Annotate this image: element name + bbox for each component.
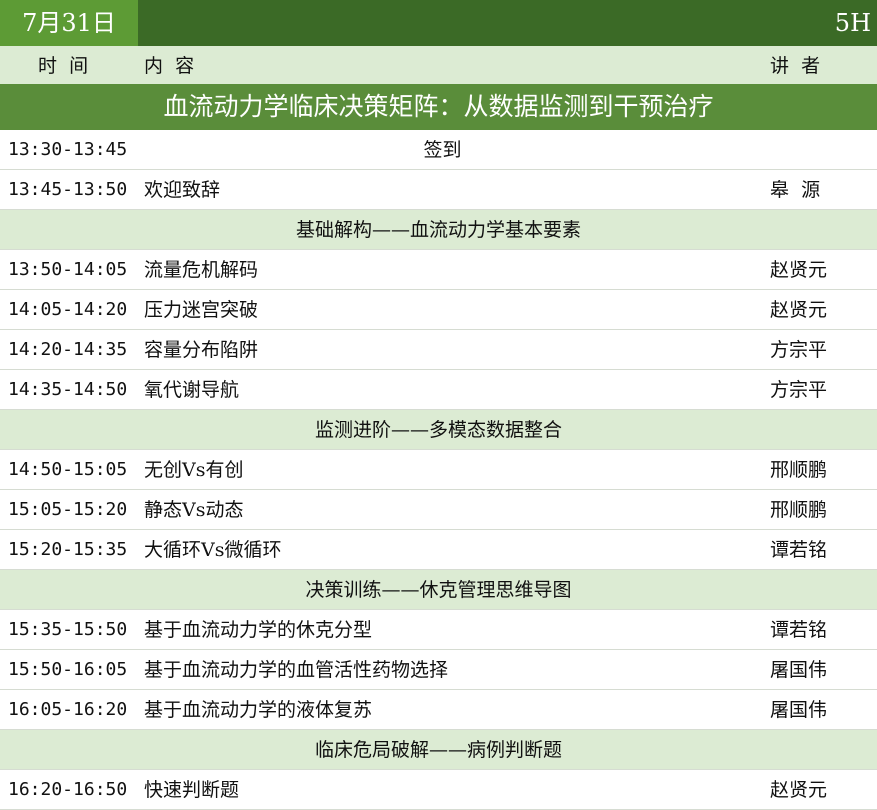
row-topic: 基于血流动力学的液体复苏 xyxy=(144,699,373,721)
schedule-table: 13:30-13:45 签到 13:45-13:50 欢迎致辞 皋 源基础解构——血流动… xyxy=(0,130,877,810)
table-row: 13:50-14:05 流量危机解码 赵贤元 xyxy=(0,250,877,290)
section-header-row: 基础解构——血流动力学基本要素 xyxy=(0,210,877,250)
row-speaker: 屠国伟 xyxy=(770,699,828,721)
row-speaker: 邢顺鹏 xyxy=(770,459,828,481)
section-title: 基础解构——血流动力学基本要素 xyxy=(295,219,581,241)
section-title: 临床危局破解——病例判断题 xyxy=(314,739,562,761)
date-header-bar: 7月31日 5H xyxy=(0,0,877,46)
section-header-row: 临床危局破解——病例判断题 xyxy=(0,730,877,770)
section-header-row: 监测进阶——多模态数据整合 xyxy=(0,410,877,450)
section-title: 监测进阶——多模态数据整合 xyxy=(314,419,562,441)
row-time: 13:50-14:05 xyxy=(8,259,128,280)
table-row: 16:20-16:50 快速判断题 赵贤元 xyxy=(0,770,877,810)
column-header-speaker: 讲 者 xyxy=(770,55,821,77)
column-header-content: 内 容 xyxy=(144,55,195,77)
session-title: 血流动力学临床决策矩阵：从数据监测到干预治疗 xyxy=(0,84,877,130)
date-label: 7月31日 xyxy=(0,0,138,46)
table-row: 14:35-14:50 氧代谢导航 方宗平 xyxy=(0,370,877,410)
table-row: 13:30-13:45 签到 xyxy=(0,130,877,170)
row-time: 14:05-14:20 xyxy=(8,299,128,320)
row-topic: 欢迎致辞 xyxy=(144,179,221,201)
table-row: 15:05-15:20 静态Vs动态 邢顺鹏 xyxy=(0,490,877,530)
table-row: 15:20-15:35 大循环Vs微循环 谭若铭 xyxy=(0,530,877,570)
table-row: 14:20-14:35 容量分布陷阱 方宗平 xyxy=(0,330,877,370)
row-time: 16:05-16:20 xyxy=(8,699,128,720)
row-speaker: 赵贤元 xyxy=(770,779,828,801)
row-speaker: 谭若铭 xyxy=(770,539,828,561)
hours-label: 5H xyxy=(834,9,871,37)
row-time: 15:35-15:50 xyxy=(8,619,128,640)
row-time: 14:50-15:05 xyxy=(8,459,128,480)
row-topic: 压力迷宫突破 xyxy=(144,299,259,321)
table-row: 16:05-16:20 基于血流动力学的液体复苏 屠国伟 xyxy=(0,690,877,730)
row-time: 14:35-14:50 xyxy=(8,379,128,400)
column-header-row: 时 间 内 容 讲 者 xyxy=(0,46,877,84)
row-time: 13:45-13:50 xyxy=(8,179,128,200)
column-header-time: 时 间 xyxy=(38,55,89,77)
row-speaker: 屠国伟 xyxy=(770,659,828,681)
table-row: 15:50-16:05 基于血流动力学的血管活性药物选择 屠国伟 xyxy=(0,650,877,690)
row-topic: 基于血流动力学的休克分型 xyxy=(144,619,373,641)
section-header-row: 决策训练——休克管理思维导图 xyxy=(0,570,877,610)
table-row: 14:05-14:20 压力迷宫突破 赵贤元 xyxy=(0,290,877,330)
row-speaker: 方宗平 xyxy=(770,339,828,361)
row-time: 15:50-16:05 xyxy=(8,659,128,680)
table-row: 15:35-15:50 基于血流动力学的休克分型 谭若铭 xyxy=(0,610,877,650)
row-time: 15:05-15:20 xyxy=(8,499,128,520)
row-speaker: 赵贤元 xyxy=(770,259,828,281)
row-topic: 容量分布陷阱 xyxy=(144,339,259,361)
row-topic: 氧代谢导航 xyxy=(144,379,240,401)
row-speaker: 皋 源 xyxy=(770,179,821,201)
row-topic: 签到 xyxy=(423,139,462,161)
row-topic: 流量危机解码 xyxy=(144,259,259,281)
row-speaker: 谭若铭 xyxy=(770,619,828,641)
row-time: 16:20-16:50 xyxy=(8,779,128,800)
row-topic: 无创Vs有创 xyxy=(144,459,244,481)
row-topic: 大循环Vs微循环 xyxy=(144,539,282,561)
row-time: 13:30-13:45 xyxy=(8,139,128,160)
row-topic: 快速判断题 xyxy=(144,779,240,801)
row-topic: 基于血流动力学的血管活性药物选择 xyxy=(144,659,449,681)
row-speaker: 方宗平 xyxy=(770,379,828,401)
row-time: 14:20-14:35 xyxy=(8,339,128,360)
table-row: 13:45-13:50 欢迎致辞 皋 源 xyxy=(0,170,877,210)
table-row: 14:50-15:05 无创Vs有创 邢顺鹏 xyxy=(0,450,877,490)
schedule-sheet: 7月31日 5H 时 间 内 容 讲 者 血流动力学临床决策矩阵：从数据监测到干… xyxy=(0,0,877,810)
row-speaker: 赵贤元 xyxy=(770,299,828,321)
row-topic: 静态Vs动态 xyxy=(144,499,244,521)
row-speaker: 邢顺鹏 xyxy=(770,499,828,521)
row-time: 15:20-15:35 xyxy=(8,539,128,560)
section-title: 决策训练——休克管理思维导图 xyxy=(305,579,572,601)
